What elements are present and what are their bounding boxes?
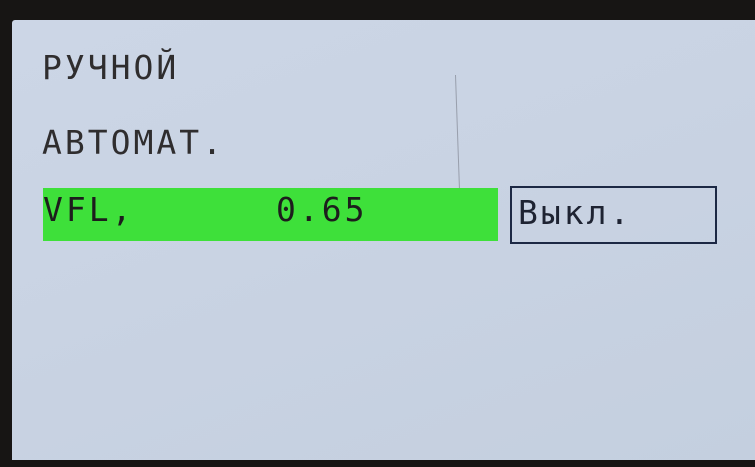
vfl-value: 0.65 bbox=[276, 190, 368, 229]
menu-item-auto[interactable]: АВТОМАТ. bbox=[42, 123, 225, 163]
menu-item-vfl-selected[interactable]: VFL, 0.65 bbox=[43, 188, 498, 241]
vfl-state-toggle[interactable]: Выкл. bbox=[510, 186, 717, 244]
screen-scratch bbox=[454, 75, 461, 190]
device-bezel: РУЧНОЙ АВТОМАТ. VFL, 0.65 Выкл. bbox=[0, 0, 755, 467]
lcd-screen: РУЧНОЙ АВТОМАТ. VFL, 0.65 Выкл. bbox=[12, 20, 755, 460]
menu-item-manual[interactable]: РУЧНОЙ bbox=[42, 48, 179, 88]
vfl-label: VFL, bbox=[43, 190, 135, 229]
